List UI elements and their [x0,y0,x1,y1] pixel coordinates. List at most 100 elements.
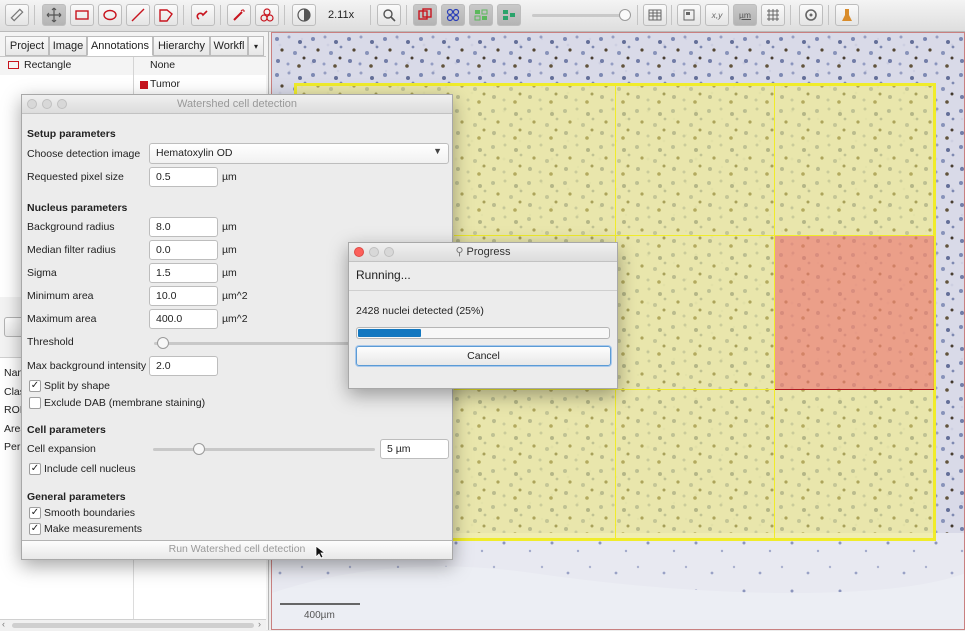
background-radius-unit: µm [222,221,237,233]
scale-icon[interactable]: µm [733,4,757,26]
threshold-slider[interactable] [154,342,354,345]
main-toolbar: 2.11x x,y µm [0,0,965,32]
scalebar-label: 400µm [304,610,335,621]
median-filter-unit: µm [222,244,237,256]
include-nucleus-checkbox[interactable]: ✓ [29,463,41,475]
brush-icon[interactable] [191,4,215,26]
opacity-slider[interactable] [532,14,628,17]
horizontal-scrollbar[interactable]: ‹ › [0,619,266,631]
smooth-boundaries-label: Smooth boundaries [44,507,136,519]
grid-icon[interactable] [761,4,785,26]
close-icon[interactable] [354,247,364,257]
cell-expansion-label: Cell expansion [27,443,96,455]
scrollbar-thumb[interactable] [12,623,254,628]
median-filter-label: Median filter radius [27,244,116,256]
general-section-heading: General parameters [27,491,126,503]
check-icon: ✓ [30,463,40,474]
progress-title: Progress [466,246,511,258]
rectangle-icon[interactable] [70,4,94,26]
active-tile [775,236,934,390]
log-icon[interactable] [835,4,859,26]
setup-section-heading: Setup parameters [27,128,116,140]
tab-image[interactable]: Image [49,36,87,56]
dialog-title-bar[interactable]: Watershed cell detection [22,95,452,114]
minimize-icon[interactable] [42,99,52,109]
split-by-shape-checkbox[interactable]: ✓ [29,380,41,392]
pixel-size-unit: µm [222,171,237,183]
opacity-slider-thumb[interactable] [619,9,631,21]
pixel-size-field[interactable]: 0.5 [149,167,218,187]
coordinates-icon[interactable]: x,y [705,4,729,26]
tab-workflow[interactable]: Workfl [210,36,248,56]
overlay-fill-icon[interactable] [413,4,437,26]
polygon-icon[interactable] [154,4,178,26]
ruler-icon[interactable] [5,4,29,26]
tab-overflow-button[interactable]: ▾ [248,36,264,56]
progress-status: Running... [356,268,411,282]
scroll-left-icon[interactable]: ‹ [2,619,5,629]
exclude-dab-checkbox[interactable] [29,397,41,409]
rectangle-annotation-icon [8,61,19,69]
max-area-field[interactable]: 400.0 [149,309,218,329]
sigma-field[interactable]: 1.5 [149,263,218,283]
line-icon[interactable] [126,4,150,26]
tab-hierarchy[interactable]: Hierarchy [153,36,210,56]
cell-expansion-slider-thumb[interactable] [193,443,205,455]
tab-project[interactable]: Project [5,36,49,56]
slide-icon[interactable] [677,4,701,26]
sigma-unit: µm [222,267,237,279]
check-icon: ✓ [30,380,40,391]
list-item[interactable]: None [134,57,266,75]
maximize-icon[interactable] [57,99,67,109]
threshold-label: Threshold [27,336,74,348]
minimize-icon[interactable] [369,247,379,257]
contrast-icon[interactable] [292,4,316,26]
table-icon[interactable] [643,4,667,26]
move-icon[interactable] [42,4,66,26]
max-area-label: Maximum area [27,313,97,325]
max-bg-intensity-field[interactable]: 2.0 [149,356,218,376]
scroll-right-icon[interactable]: › [258,619,261,629]
smooth-boundaries-checkbox[interactable]: ✓ [29,507,41,519]
detection-image-select[interactable]: Hematoxylin OD ▼ [149,143,449,164]
threshold-slider-thumb[interactable] [157,337,169,349]
maximize-icon[interactable] [384,247,394,257]
cancel-button[interactable]: Cancel [356,346,611,366]
sigma-label: Sigma [27,267,57,279]
progress-dialog: ⚲ Progress Running... 2428 nuclei detecte… [348,242,618,389]
overlay-cells-icon[interactable] [497,4,521,26]
progress-bar-fill [358,329,421,337]
cell-expansion-field[interactable]: 5 µm [380,439,449,459]
wand-icon[interactable] [227,4,251,26]
close-icon[interactable] [27,99,37,109]
zoom-icon[interactable] [377,4,401,26]
make-measurements-label: Make measurements [44,523,143,535]
detection-image-value: Hematoxylin OD [156,147,233,159]
annotation-name: Rectangle [24,59,72,71]
cell-expansion-slider[interactable] [153,448,375,451]
overlay-detect-icon[interactable] [441,4,465,26]
cells-icon[interactable] [255,4,279,26]
min-area-unit: µm^2 [222,290,248,302]
include-nucleus-label: Include cell nucleus [44,463,136,475]
class-name: Tumor [150,78,180,90]
list-item[interactable]: Tumor [134,76,266,94]
tab-annotations[interactable]: Annotations [87,36,153,56]
class-name: None [150,59,176,71]
class-color-swatch [140,81,148,89]
background-radius-label: Background radius [27,221,115,233]
median-filter-field[interactable]: 0.0 [149,240,218,260]
dialog-title: Watershed cell detection [176,98,298,110]
make-measurements-checkbox[interactable]: ✓ [29,523,41,535]
chevron-down-icon: ▼ [433,146,442,156]
run-detection-button[interactable]: Run Watershed cell detection [22,540,452,559]
chevron-down-icon: ▾ [253,41,258,51]
background-radius-field[interactable]: 8.0 [149,217,218,237]
progress-title-bar[interactable]: ⚲ Progress [349,243,617,262]
ellipse-icon[interactable] [98,4,122,26]
list-item[interactable]: Rectangle [0,57,133,75]
settings-icon[interactable] [799,4,823,26]
min-area-field[interactable]: 10.0 [149,286,218,306]
progress-bar [356,327,610,339]
overlay-grid-icon[interactable] [469,4,493,26]
